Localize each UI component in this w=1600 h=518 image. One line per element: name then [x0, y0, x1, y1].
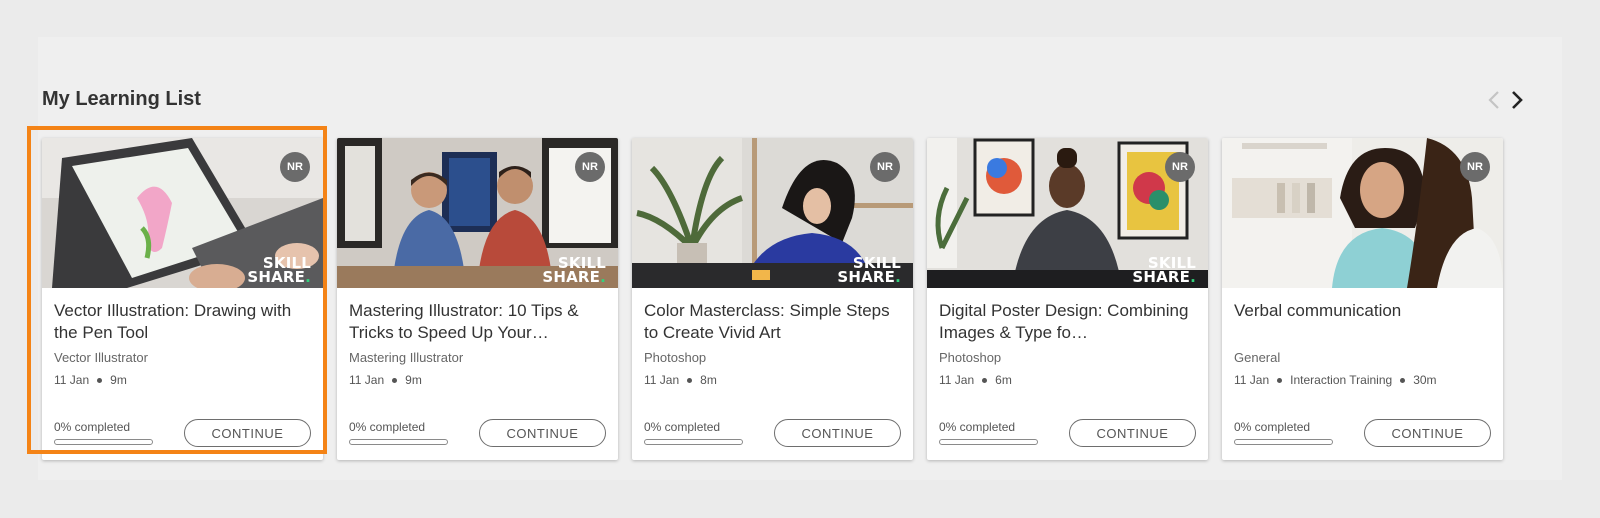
separator-dot: [97, 377, 103, 383]
course-thumbnail[interactable]: NR SKILL SHARE.: [632, 138, 913, 288]
carousel-prev-button[interactable]: [1483, 88, 1505, 112]
nr-badge: NR: [1460, 152, 1490, 182]
separator-dot: [982, 377, 988, 383]
course-meta: 11 Jan 9m: [54, 373, 127, 387]
course-date: 11 Jan: [939, 373, 975, 387]
progress-label: 0% completed: [1234, 420, 1311, 434]
course-title[interactable]: Digital Poster Design: Combining Images …: [939, 300, 1189, 344]
course-title[interactable]: Color Masterclass: Simple Steps to Creat…: [644, 300, 894, 344]
nr-badge: NR: [1165, 152, 1195, 182]
skillshare-logo: SKILL SHARE.: [542, 254, 606, 286]
course-duration: 6m: [995, 373, 1012, 387]
course-title[interactable]: Vector Illustration: Drawing with the Pe…: [54, 300, 304, 344]
continue-button[interactable]: CONTINUE: [184, 419, 311, 447]
skillshare-logo: SKILL SHARE.: [247, 254, 311, 286]
course-date: 11 Jan: [349, 373, 385, 387]
continue-button[interactable]: CONTINUE: [1364, 419, 1491, 447]
course-meta: 11 Jan Interaction Training 30m: [1234, 373, 1437, 387]
course-thumbnail[interactable]: NR SKILL SHARE.: [337, 138, 618, 288]
progress-bar: [54, 439, 153, 445]
progress-label: 0% completed: [939, 420, 1016, 434]
continue-button[interactable]: CONTINUE: [774, 419, 901, 447]
nr-badge: NR: [575, 152, 605, 182]
course-date: 11 Jan: [1234, 373, 1270, 387]
course-title[interactable]: Verbal communication: [1234, 300, 1484, 322]
nr-badge: NR: [280, 152, 310, 182]
progress-label: 0% completed: [349, 420, 426, 434]
separator-dot: [392, 377, 398, 383]
skillshare-logo: SKILL SHARE.: [837, 254, 901, 286]
separator-dot: [687, 377, 693, 383]
course-date: 11 Jan: [644, 373, 680, 387]
skillshare-logo: SKILL SHARE.: [1132, 254, 1196, 286]
course-thumbnail[interactable]: NR SKILL SHARE.: [927, 138, 1208, 288]
course-meta: 11 Jan 6m: [939, 373, 1012, 387]
continue-button[interactable]: CONTINUE: [479, 419, 606, 447]
course-duration: 9m: [110, 373, 127, 387]
course-duration: 30m: [1413, 373, 1437, 387]
course-card[interactable]: NR SKILL SHARE. Vector Illustration: Draw…: [42, 138, 323, 460]
course-duration: 9m: [405, 373, 422, 387]
continue-button[interactable]: CONTINUE: [1069, 419, 1196, 447]
section-title: My Learning List: [42, 88, 201, 110]
course-category: Photoshop: [939, 350, 1002, 365]
course-category: Vector Illustrator: [54, 350, 148, 365]
progress-bar: [644, 439, 743, 445]
course-thumbnail[interactable]: NR SKILL SHARE.: [42, 138, 323, 288]
carousel-next-button[interactable]: [1506, 88, 1528, 112]
course-category: Mastering Illustrator: [349, 350, 464, 365]
nr-badge: NR: [870, 152, 900, 182]
progress-bar: [349, 439, 448, 445]
chevron-right-icon: [1512, 91, 1523, 109]
course-title[interactable]: Mastering Illustrator: 10 Tips & Tricks …: [349, 300, 599, 344]
course-date: 11 Jan: [54, 373, 90, 387]
course-thumbnail[interactable]: NR: [1222, 138, 1503, 288]
progress-label: 0% completed: [54, 420, 131, 434]
progress-bar: [1234, 439, 1333, 445]
course-duration: 8m: [700, 373, 717, 387]
separator-dot: [1400, 377, 1406, 383]
course-meta: 11 Jan 8m: [644, 373, 717, 387]
chevron-left-icon: [1488, 91, 1499, 109]
progress-label: 0% completed: [644, 420, 721, 434]
course-category: Photoshop: [644, 350, 707, 365]
course-category: General: [1234, 350, 1281, 365]
course-meta: 11 Jan 9m: [349, 373, 422, 387]
course-card[interactable]: NR SKILL SHARE. Color Masterclass: Simple…: [632, 138, 913, 460]
course-series: Interaction Training: [1290, 373, 1393, 387]
course-card[interactable]: NR SKILL SHARE. Digital Poster Design: Co…: [927, 138, 1208, 460]
separator-dot: [1277, 377, 1283, 383]
course-card[interactable]: NR Verbal communication General 11 Jan I…: [1222, 138, 1503, 460]
course-card[interactable]: NR SKILL SHARE. Mastering Illustrator: 10…: [337, 138, 618, 460]
progress-bar: [939, 439, 1038, 445]
